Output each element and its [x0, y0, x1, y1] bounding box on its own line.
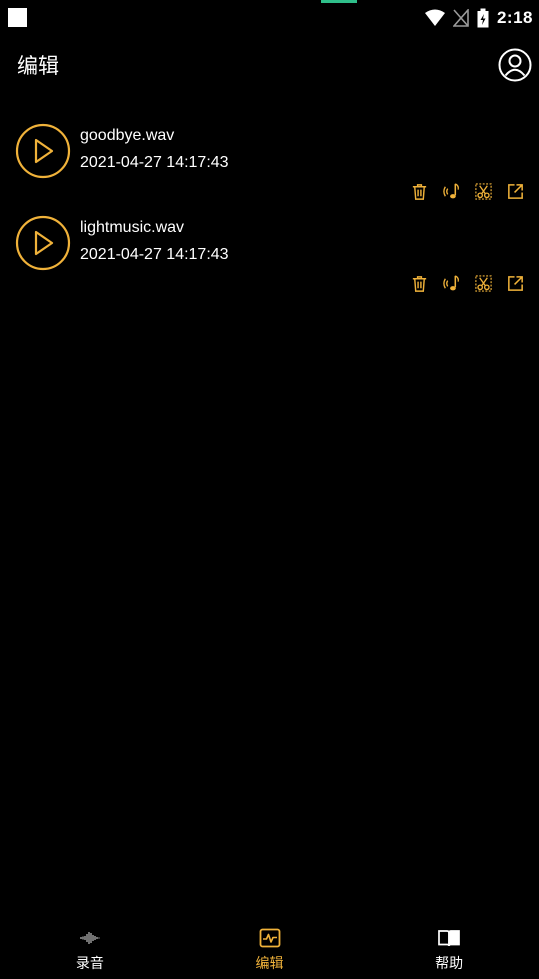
- wifi-icon: [424, 9, 445, 26]
- nav-label-edit: 编辑: [255, 956, 284, 972]
- status-bar: 2:18: [0, 0, 539, 36]
- file-list: goodbye.wav 2021-04-27 14:17:43 lightmus…: [0, 115, 539, 299]
- ringtone-icon[interactable]: [442, 182, 461, 201]
- file-name: goodbye.wav: [80, 127, 175, 144]
- file-actions: [410, 182, 525, 201]
- share-icon[interactable]: [506, 182, 525, 201]
- status-icons: 2:18: [424, 6, 533, 30]
- battery-icon: [477, 8, 489, 28]
- list-item[interactable]: goodbye.wav 2021-04-27 14:17:43: [0, 115, 539, 207]
- bottom-nav: 录音 编辑 帮助: [0, 918, 539, 979]
- cut-icon[interactable]: [474, 182, 493, 201]
- cut-icon[interactable]: [474, 274, 493, 293]
- file-date: 2021-04-27 14:17:43: [80, 154, 229, 171]
- no-signal-icon: [452, 9, 469, 27]
- nav-label-help: 帮助: [435, 956, 464, 972]
- screen: 2:18 编辑 goodbye.wav 2021-04-27 14:17:43: [0, 0, 539, 979]
- delete-icon[interactable]: [410, 182, 429, 201]
- nav-label-record: 录音: [75, 956, 104, 972]
- status-accent-bar: [321, 0, 357, 3]
- status-time: 2:18: [496, 8, 533, 27]
- file-actions: [410, 274, 525, 293]
- share-icon[interactable]: [506, 274, 525, 293]
- nav-item-help[interactable]: 帮助: [359, 918, 539, 979]
- file-name: lightmusic.wav: [80, 219, 185, 236]
- ringtone-icon[interactable]: [442, 274, 461, 293]
- play-button[interactable]: [15, 215, 71, 271]
- list-item[interactable]: lightmusic.wav 2021-04-27 14:17:43: [0, 207, 539, 299]
- edit-pulse-icon: [259, 928, 280, 948]
- waveform-icon: [80, 932, 100, 944]
- play-button[interactable]: [15, 123, 71, 179]
- delete-icon[interactable]: [410, 274, 429, 293]
- nav-item-record[interactable]: 录音: [0, 918, 180, 979]
- page-title: 编辑: [17, 54, 59, 78]
- account-button[interactable]: [498, 48, 532, 82]
- book-icon: [438, 930, 461, 947]
- nav-item-edit[interactable]: 编辑: [180, 918, 360, 979]
- notification-icon: [8, 8, 27, 27]
- header: 编辑: [0, 40, 539, 90]
- file-date: 2021-04-27 14:17:43: [80, 246, 229, 263]
